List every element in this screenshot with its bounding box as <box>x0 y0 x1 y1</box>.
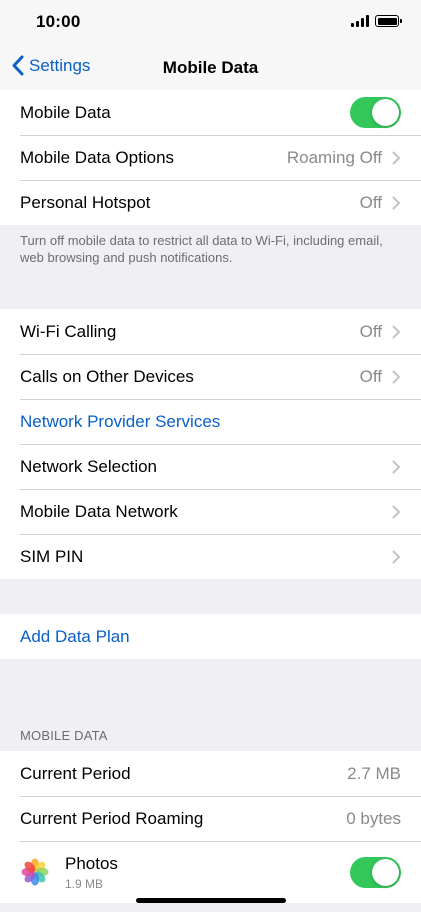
calls-other-devices-label: Calls on Other Devices <box>20 366 194 386</box>
network-selection-row[interactable]: Network Selection <box>0 444 421 489</box>
chevron-right-icon <box>392 325 400 338</box>
mobile-data-group: Mobile Data Mobile Data Options Roaming … <box>0 90 421 225</box>
current-period-roaming-value: 0 bytes <box>346 808 401 828</box>
app-row-photos: Photos 1.9 MB <box>0 841 421 903</box>
app-text: Photos 1.9 MB <box>65 854 350 891</box>
add-data-plan-label: Add Data Plan <box>20 626 130 646</box>
photos-icon <box>21 858 49 886</box>
mobile-data-row: Mobile Data <box>0 90 421 135</box>
chevron-right-icon <box>392 460 400 473</box>
battery-icon <box>375 15 402 27</box>
chevron-right-icon <box>392 505 400 518</box>
calling-network-group: Wi-Fi Calling Off Calls on Other Devices… <box>0 309 421 579</box>
personal-hotspot-label: Personal Hotspot <box>20 192 151 212</box>
mobile-data-network-label: Mobile Data Network <box>20 501 178 521</box>
chevron-right-icon <box>392 550 400 563</box>
personal-hotspot-row[interactable]: Personal Hotspot Off <box>0 180 421 225</box>
wifi-calling-value: Off <box>359 321 382 341</box>
page-title: Mobile Data <box>162 58 259 77</box>
chevron-right-icon <box>392 196 400 209</box>
add-data-plan-link[interactable]: Add Data Plan <box>0 614 421 659</box>
current-period-roaming-row: Current Period Roaming 0 bytes <box>0 796 421 841</box>
app-data-size: 1.9 MB <box>65 876 104 891</box>
status-icons <box>351 15 402 27</box>
status-bar: 10:00 <box>0 0 421 46</box>
mobile-data-options-value: Roaming Off <box>286 147 382 167</box>
navigation-bar: Settings Mobile Data <box>0 46 421 91</box>
personal-hotspot-value: Off <box>359 192 382 212</box>
sim-pin-label: SIM PIN <box>20 546 84 566</box>
network-provider-services-label: Network Provider Services <box>20 411 221 431</box>
mobile-data-network-row[interactable]: Mobile Data Network <box>0 489 421 534</box>
current-period-value: 2.7 MB <box>347 763 401 783</box>
calls-other-devices-row[interactable]: Calls on Other Devices Off <box>0 354 421 399</box>
current-period-row: Current Period 2.7 MB <box>0 751 421 796</box>
mobile-data-label: Mobile Data <box>20 102 111 122</box>
mobile-data-options-label: Mobile Data Options <box>20 147 175 167</box>
chevron-right-icon <box>392 151 400 164</box>
wifi-calling-row[interactable]: Wi-Fi Calling Off <box>0 309 421 354</box>
usage-group: Current Period 2.7 MB Current Period Roa… <box>0 751 421 903</box>
current-period-label: Current Period <box>20 763 131 783</box>
sim-pin-row[interactable]: SIM PIN <box>0 534 421 579</box>
current-period-roaming-label: Current Period Roaming <box>20 808 204 828</box>
calls-other-devices-value: Off <box>359 366 382 386</box>
chevron-right-icon <box>392 370 400 383</box>
mobile-data-options-row[interactable]: Mobile Data Options Roaming Off <box>0 135 421 180</box>
signal-icon <box>351 15 369 27</box>
photos-data-toggle[interactable] <box>350 856 401 888</box>
add-data-plan-group: Add Data Plan <box>0 614 421 659</box>
network-provider-services-link[interactable]: Network Provider Services <box>0 399 421 444</box>
mobile-data-footer: Turn off mobile data to restrict all dat… <box>20 233 383 265</box>
app-name: Photos <box>65 853 118 873</box>
home-indicator <box>136 898 286 903</box>
mobile-data-section-header: MOBILE DATA <box>20 728 108 743</box>
wifi-calling-label: Wi-Fi Calling <box>20 321 117 341</box>
network-selection-label: Network Selection <box>20 456 158 476</box>
mobile-data-toggle[interactable] <box>350 97 401 128</box>
status-time: 10:00 <box>36 12 81 31</box>
